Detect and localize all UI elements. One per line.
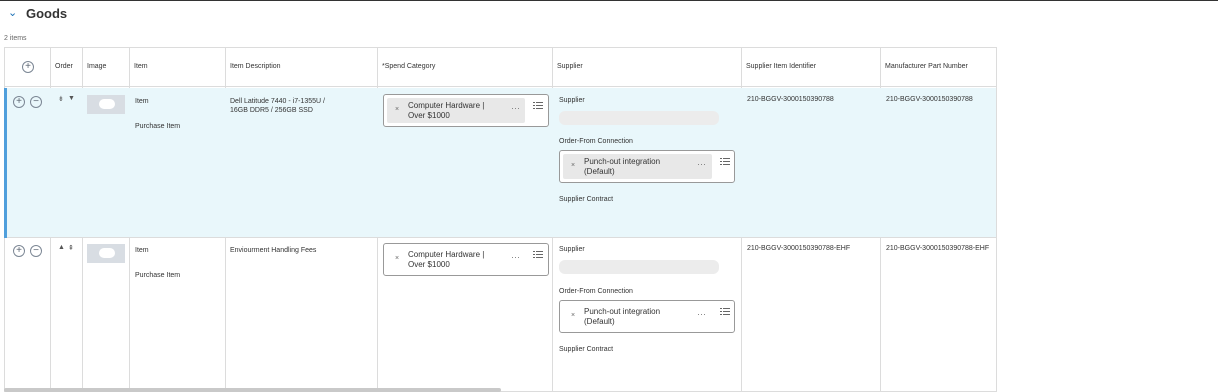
move-to-bottom-icon[interactable]: ⇟ — [58, 95, 64, 103]
header-manufacturer-part-number[interactable]: Manufacturer Part Number — [885, 63, 968, 70]
more-options-icon[interactable]: ··· — [697, 309, 706, 319]
list-prompt-icon[interactable] — [533, 251, 543, 259]
spend-category-pill[interactable]: × Computer Hardware | Over $1000 ··· — [387, 98, 525, 123]
top-divider — [0, 0, 1218, 1]
more-options-icon[interactable]: ··· — [511, 252, 520, 262]
item-description: Dell Latitude 7440 - i7-1355U / 16GB DDR… — [230, 98, 325, 114]
order-from-connection-label: Order-From Connection — [559, 288, 633, 295]
grid-header: + Order Image Item Item Description *Spe… — [5, 47, 996, 87]
goods-section-header[interactable]: ⌄ Goods — [8, 4, 67, 22]
header-item-description[interactable]: Item Description — [230, 63, 281, 70]
item-count: 2 items — [4, 35, 27, 42]
move-up-icon[interactable]: ▲ — [58, 244, 65, 251]
remove-icon[interactable]: × — [395, 106, 399, 113]
header-supplier[interactable]: Supplier — [557, 63, 583, 70]
header-supplier-item-identifier[interactable]: Supplier Item Identifier — [746, 63, 816, 70]
supplier-label: Supplier — [559, 97, 585, 104]
order-from-connection-field[interactable]: × Punch-out integration (Default) ··· — [559, 150, 735, 183]
spend-category-value: Computer Hardware | Over $1000 — [408, 250, 485, 269]
more-options-icon[interactable]: ··· — [697, 159, 706, 169]
item-type: Purchase Item — [135, 123, 181, 130]
plus-circle-icon[interactable]: + — [13, 245, 25, 257]
remove-icon[interactable]: × — [395, 255, 399, 262]
order-from-connection-field[interactable]: × Punch-out integration (Default) ··· — [559, 300, 735, 333]
item-type: Purchase Item — [135, 272, 181, 279]
header-spend-category[interactable]: *Spend Category — [382, 63, 435, 70]
supplier-value-redacted — [559, 111, 719, 125]
manufacturer-part-number: 210-BGGV-3000150390788-EHF — [886, 245, 990, 252]
selected-row-indicator — [4, 88, 7, 238]
section-title: Goods — [26, 5, 68, 21]
item-label: Item — [135, 247, 149, 254]
item-image-thumbnail — [87, 95, 125, 114]
list-prompt-icon[interactable] — [720, 308, 730, 316]
order-from-connection-value: Punch-out integration (Default) — [584, 157, 661, 176]
supplier-label: Supplier — [559, 246, 585, 253]
supplier-item-identifier: 210-BGGV-3000150390788-EHF — [747, 245, 851, 252]
supplier-value-redacted — [559, 260, 719, 274]
header-item[interactable]: Item — [134, 63, 148, 70]
chevron-down-icon[interactable]: ⌄ — [8, 8, 18, 19]
remove-icon[interactable]: × — [571, 312, 575, 319]
remove-icon[interactable]: × — [571, 162, 575, 169]
item-label: Item — [135, 98, 149, 105]
move-down-icon[interactable]: ▼ — [68, 95, 75, 102]
list-prompt-icon[interactable] — [533, 102, 543, 110]
item-description: Enviourment Handling Fees — [230, 247, 317, 254]
goods-grid: + Order Image Item Item Description *Spe… — [4, 47, 997, 392]
plus-circle-icon[interactable]: + — [13, 96, 25, 108]
supplier-contract-label: Supplier Contract — [559, 346, 614, 353]
header-order[interactable]: Order — [55, 63, 73, 70]
minus-circle-icon[interactable]: − — [30, 245, 42, 257]
supplier-item-identifier: 210-BGGV-3000150390788 — [747, 96, 834, 103]
spend-category-field[interactable]: × Computer Hardware | Over $1000 ··· — [383, 243, 549, 276]
table-row[interactable]: + − ⇟ ▼ Item Purchase Item Dell Latitude… — [4, 88, 996, 238]
supplier-contract-label: Supplier Contract — [559, 196, 614, 203]
add-row-icon[interactable]: + — [22, 61, 34, 73]
more-options-icon[interactable]: ··· — [511, 103, 520, 113]
minus-circle-icon[interactable]: − — [30, 96, 42, 108]
order-from-connection-pill[interactable]: × Punch-out integration (Default) ··· — [563, 154, 712, 179]
header-image[interactable]: Image — [87, 63, 106, 70]
horizontal-scrollbar[interactable] — [4, 388, 501, 392]
spend-category-value: Computer Hardware | Over $1000 — [408, 101, 485, 120]
table-row[interactable]: + − ▲ ⇞ Item Purchase Item Enviourment H… — [5, 238, 996, 392]
list-prompt-icon[interactable] — [720, 158, 730, 166]
order-from-connection-value: Punch-out integration (Default) — [584, 307, 661, 326]
order-from-connection-label: Order-From Connection — [559, 138, 633, 145]
spend-category-field[interactable]: × Computer Hardware | Over $1000 ··· — [383, 94, 549, 127]
spend-category-pill[interactable]: × Computer Hardware | Over $1000 ··· — [387, 247, 525, 272]
manufacturer-part-number: 210-BGGV-3000150390788 — [886, 96, 973, 103]
move-to-top-icon[interactable]: ⇞ — [68, 244, 74, 252]
order-from-connection-pill[interactable]: × Punch-out integration (Default) ··· — [563, 304, 712, 329]
item-image-thumbnail — [87, 244, 125, 263]
